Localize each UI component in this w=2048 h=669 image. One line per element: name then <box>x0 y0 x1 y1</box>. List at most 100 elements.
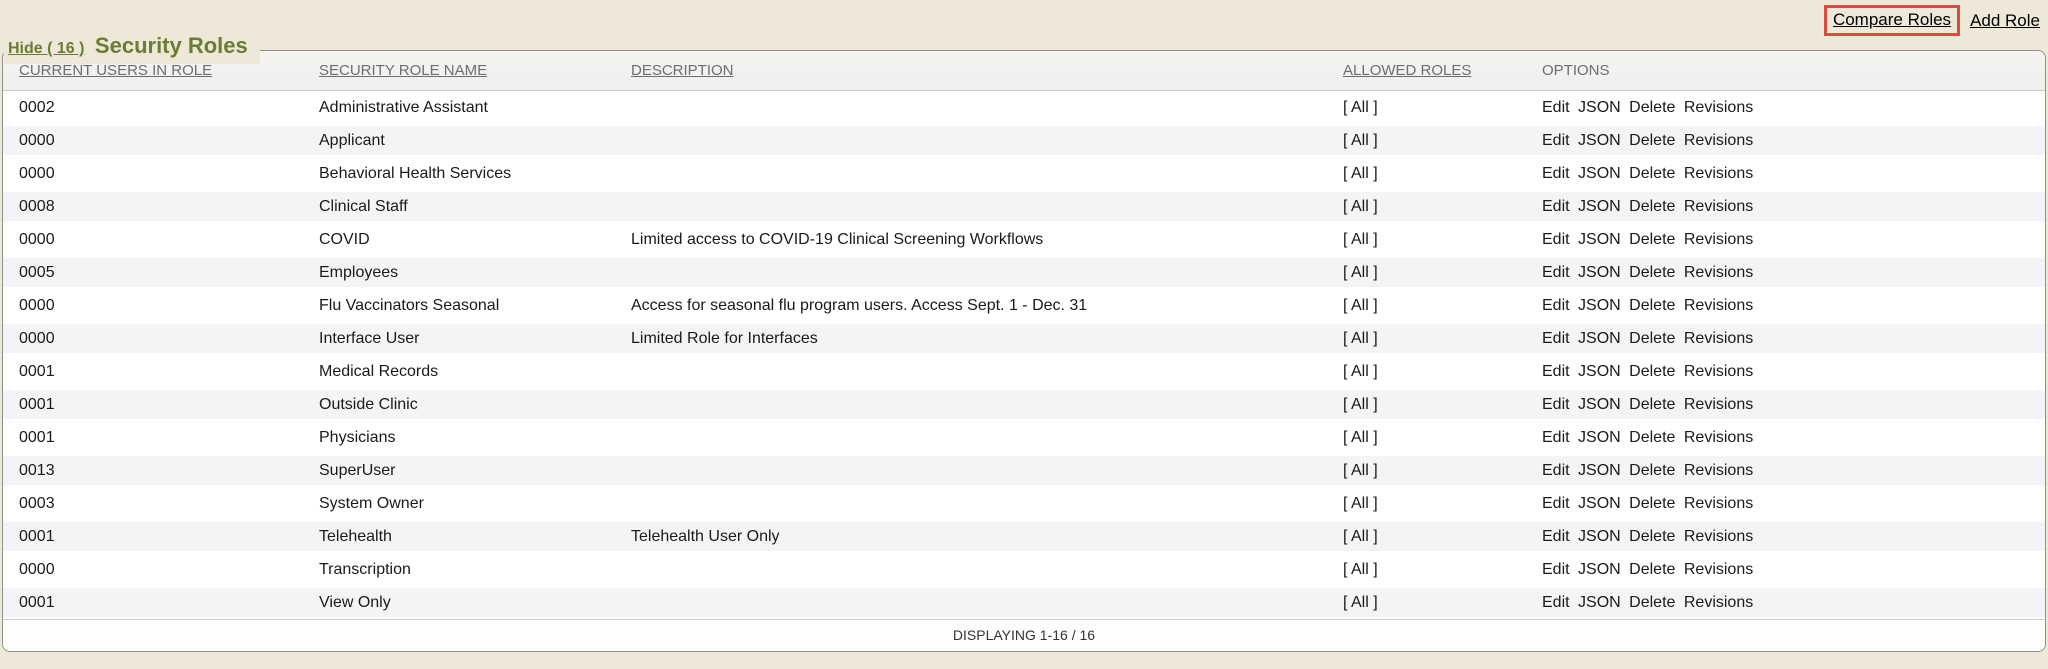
cell-current-users-in-role: 0000 <box>19 561 319 579</box>
revisions-link[interactable]: Revisions <box>1684 429 1753 446</box>
cell-current-users-in-role: 0000 <box>19 330 319 348</box>
revisions-link[interactable]: Revisions <box>1684 132 1753 149</box>
delete-link[interactable]: Delete <box>1629 231 1675 248</box>
delete-link[interactable]: Delete <box>1629 330 1675 347</box>
cell-current-users-in-role: 0001 <box>19 528 319 546</box>
edit-link[interactable]: Edit <box>1542 594 1570 611</box>
delete-link[interactable]: Delete <box>1629 132 1675 149</box>
revisions-link[interactable]: Revisions <box>1684 396 1753 413</box>
table-row: 0002 Administrative Assistant [ All ] Ed… <box>3 91 2045 124</box>
edit-link[interactable]: Edit <box>1542 429 1570 446</box>
json-link[interactable]: JSON <box>1578 429 1621 446</box>
cell-security-role-name: Applicant <box>319 132 631 150</box>
edit-link[interactable]: Edit <box>1542 495 1570 512</box>
json-link[interactable]: JSON <box>1578 297 1621 314</box>
cell-current-users-in-role: 0008 <box>19 198 319 216</box>
hide-toggle-link[interactable]: Hide ( 16 ) <box>8 40 84 57</box>
delete-link[interactable]: Delete <box>1629 165 1675 182</box>
revisions-link[interactable]: Revisions <box>1684 561 1753 578</box>
cell-allowed-roles: [ All ] <box>1343 429 1542 447</box>
delete-link[interactable]: Delete <box>1629 396 1675 413</box>
delete-link[interactable]: Delete <box>1629 528 1675 545</box>
edit-link[interactable]: Edit <box>1542 396 1570 413</box>
revisions-link[interactable]: Revisions <box>1684 231 1753 248</box>
cell-allowed-roles: [ All ] <box>1343 396 1542 414</box>
page: Compare Roles Add Role Hide ( 16 ) Secur… <box>0 0 2048 669</box>
cell-allowed-roles: [ All ] <box>1343 462 1542 480</box>
revisions-link[interactable]: Revisions <box>1684 165 1753 182</box>
delete-link[interactable]: Delete <box>1629 429 1675 446</box>
json-link[interactable]: JSON <box>1578 231 1621 248</box>
revisions-link[interactable]: Revisions <box>1684 198 1753 215</box>
column-header-role-name[interactable]: SECURITY ROLE NAME <box>319 62 631 79</box>
revisions-link[interactable]: Revisions <box>1684 99 1753 116</box>
add-role-link[interactable]: Add Role <box>1970 11 2040 31</box>
revisions-link[interactable]: Revisions <box>1684 495 1753 512</box>
json-link[interactable]: JSON <box>1578 363 1621 380</box>
edit-link[interactable]: Edit <box>1542 528 1570 545</box>
json-link[interactable]: JSON <box>1578 495 1621 512</box>
revisions-link[interactable]: Revisions <box>1684 528 1753 545</box>
cell-allowed-roles: [ All ] <box>1343 99 1542 117</box>
delete-link[interactable]: Delete <box>1629 462 1675 479</box>
json-link[interactable]: JSON <box>1578 462 1621 479</box>
security-roles-table: CURRENT USERS IN ROLE SECURITY ROLE NAME… <box>2 50 2046 652</box>
cell-allowed-roles: [ All ] <box>1343 165 1542 183</box>
cell-allowed-roles: [ All ] <box>1343 330 1542 348</box>
json-link[interactable]: JSON <box>1578 594 1621 611</box>
cell-options: Edit JSON Delete Revisions <box>1542 495 2045 513</box>
column-header-description[interactable]: DESCRIPTION <box>631 62 1343 79</box>
cell-options: Edit JSON Delete Revisions <box>1542 132 2045 150</box>
delete-link[interactable]: Delete <box>1629 594 1675 611</box>
cell-options: Edit JSON Delete Revisions <box>1542 99 2045 117</box>
delete-link[interactable]: Delete <box>1629 264 1675 281</box>
edit-link[interactable]: Edit <box>1542 330 1570 347</box>
edit-link[interactable]: Edit <box>1542 198 1570 215</box>
edit-link[interactable]: Edit <box>1542 561 1570 578</box>
cell-options: Edit JSON Delete Revisions <box>1542 429 2045 447</box>
revisions-link[interactable]: Revisions <box>1684 462 1753 479</box>
cell-allowed-roles: [ All ] <box>1343 231 1542 249</box>
edit-link[interactable]: Edit <box>1542 165 1570 182</box>
json-link[interactable]: JSON <box>1578 396 1621 413</box>
compare-roles-link[interactable]: Compare Roles <box>1833 10 1951 29</box>
edit-link[interactable]: Edit <box>1542 99 1570 116</box>
column-header-options: OPTIONS <box>1542 62 2045 79</box>
edit-link[interactable]: Edit <box>1542 462 1570 479</box>
delete-link[interactable]: Delete <box>1629 495 1675 512</box>
json-link[interactable]: JSON <box>1578 264 1621 281</box>
cell-security-role-name: Physicians <box>319 429 631 447</box>
json-link[interactable]: JSON <box>1578 561 1621 578</box>
edit-link[interactable]: Edit <box>1542 231 1570 248</box>
delete-link[interactable]: Delete <box>1629 297 1675 314</box>
delete-link[interactable]: Delete <box>1629 198 1675 215</box>
json-link[interactable]: JSON <box>1578 198 1621 215</box>
column-header-current-users[interactable]: CURRENT USERS IN ROLE <box>19 62 319 79</box>
json-link[interactable]: JSON <box>1578 99 1621 116</box>
revisions-link[interactable]: Revisions <box>1684 264 1753 281</box>
revisions-link[interactable]: Revisions <box>1684 594 1753 611</box>
revisions-link[interactable]: Revisions <box>1684 297 1753 314</box>
edit-link[interactable]: Edit <box>1542 297 1570 314</box>
cell-security-role-name: Clinical Staff <box>319 198 631 216</box>
revisions-link[interactable]: Revisions <box>1684 363 1753 380</box>
compare-roles-highlight: Compare Roles <box>1824 5 1960 36</box>
revisions-link[interactable]: Revisions <box>1684 330 1753 347</box>
column-header-allowed-roles[interactable]: ALLOWED ROLES <box>1343 62 1542 79</box>
json-link[interactable]: JSON <box>1578 330 1621 347</box>
delete-link[interactable]: Delete <box>1629 363 1675 380</box>
table-row: 0003 System Owner [ All ] Edit JSON Dele… <box>3 487 2045 520</box>
delete-link[interactable]: Delete <box>1629 561 1675 578</box>
json-link[interactable]: JSON <box>1578 528 1621 545</box>
json-link[interactable]: JSON <box>1578 132 1621 149</box>
json-link[interactable]: JSON <box>1578 165 1621 182</box>
table-row: 0000 Interface User Limited Role for Int… <box>3 322 2045 355</box>
cell-allowed-roles: [ All ] <box>1343 528 1542 546</box>
edit-link[interactable]: Edit <box>1542 132 1570 149</box>
page-title: Security Roles <box>95 33 248 58</box>
edit-link[interactable]: Edit <box>1542 264 1570 281</box>
edit-link[interactable]: Edit <box>1542 363 1570 380</box>
cell-description: Limited access to COVID-19 Clinical Scre… <box>631 231 1343 249</box>
delete-link[interactable]: Delete <box>1629 99 1675 116</box>
toolbar: Compare Roles Add Role <box>1824 5 2040 36</box>
